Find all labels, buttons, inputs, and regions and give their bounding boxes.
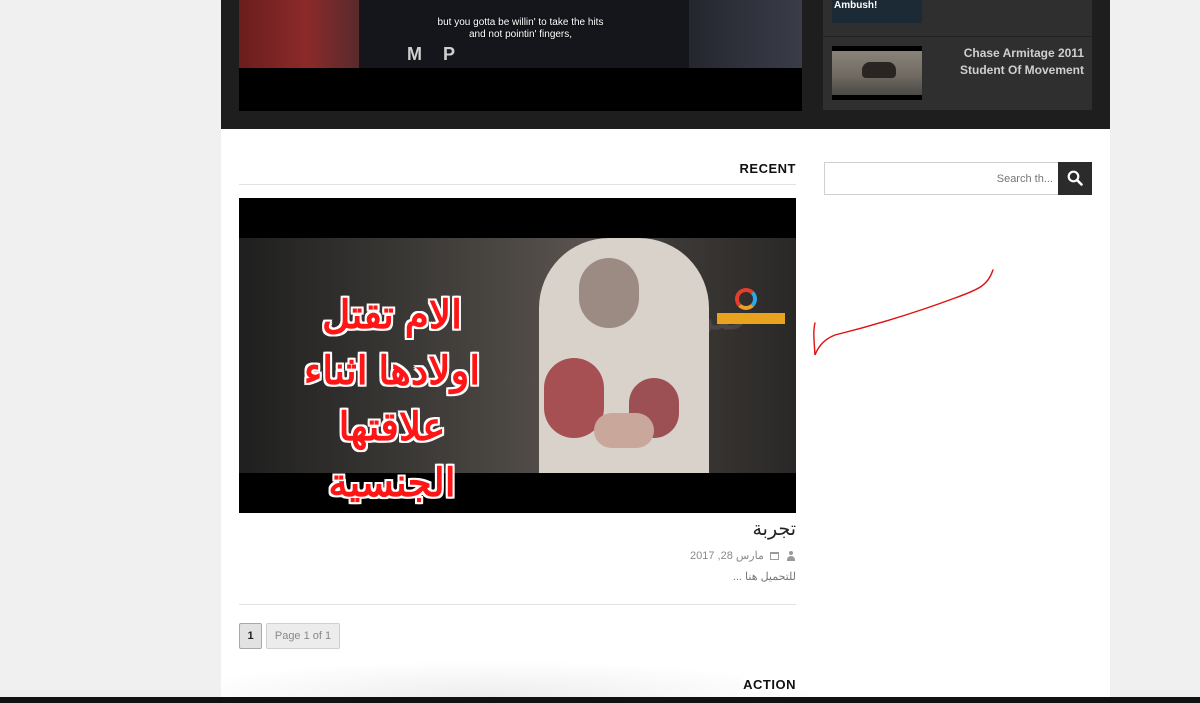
overlay-line-4: الجنسية xyxy=(328,462,456,505)
section-rule xyxy=(239,184,796,185)
post-title[interactable]: تجربة xyxy=(239,518,796,541)
pagination-current-page[interactable]: 1 xyxy=(239,623,262,649)
video-overlay-text: الام تقتل اولادها اثناء علاقتها الجنسية xyxy=(277,288,507,512)
side-list-thumb-2[interactable] xyxy=(832,46,922,100)
pagination-info: Page 1 of 1 xyxy=(266,623,340,649)
subtitle-line-2: and not pointin' fingers, xyxy=(468,29,573,40)
post-video-frame: صرة الام تقتل اولادها اثناء علاقتها الجن… xyxy=(239,238,796,505)
post-video-player[interactable]: صرة الام تقتل اولادها اثناء علاقتها الجن… xyxy=(239,198,796,513)
section-header-recent: RECENT xyxy=(239,161,796,185)
post-meta: مارس 28, 2017 xyxy=(239,549,796,562)
subtitle-line-1: but you gotta be willin' to take the hit… xyxy=(437,17,604,28)
overlay-line-2: اولادها اثناء xyxy=(303,350,481,393)
search-input[interactable] xyxy=(824,162,1059,195)
section-title-recent: RECENT xyxy=(736,161,796,176)
section-title-action: ACTION xyxy=(740,677,796,692)
side-list-title-1[interactable]: Ambush! xyxy=(834,0,877,11)
channel-logo-bar xyxy=(717,313,785,324)
featured-video-shirt-text: M P xyxy=(407,44,464,64)
channel-logo-ring xyxy=(735,288,757,310)
post-date: مارس 28, 2017 xyxy=(689,550,764,562)
browser-bottom-bar xyxy=(0,697,1200,703)
overlay-line-3: علاقتها xyxy=(338,406,446,449)
post-divider xyxy=(239,604,796,605)
video-figure xyxy=(519,238,729,473)
search-widget xyxy=(824,162,1092,195)
overlay-line-1: الام تقتل xyxy=(322,294,462,337)
user-icon[interactable] xyxy=(786,551,796,562)
search-button[interactable] xyxy=(1058,162,1092,195)
featured-video-player[interactable]: M P but you gotta be willin' to take the… xyxy=(239,0,802,111)
annotation-arrow-scribble xyxy=(813,269,994,356)
featured-video-frame: M P but you gotta be willin' to take the… xyxy=(239,0,802,68)
search-icon xyxy=(1067,170,1083,186)
section-header-action: ACTION xyxy=(239,677,796,697)
side-list-title-2[interactable]: Chase Armitage 2011 Student Of Movement xyxy=(926,45,1084,79)
side-thumb-figure xyxy=(862,62,896,78)
side-list-divider xyxy=(823,36,1092,37)
channel-logo xyxy=(717,288,785,324)
post-excerpt: للتحميل هنا ... xyxy=(732,571,796,583)
calendar-icon xyxy=(769,552,779,561)
featured-video-subtitle: but you gotta be willin' to take the hit… xyxy=(239,17,802,41)
